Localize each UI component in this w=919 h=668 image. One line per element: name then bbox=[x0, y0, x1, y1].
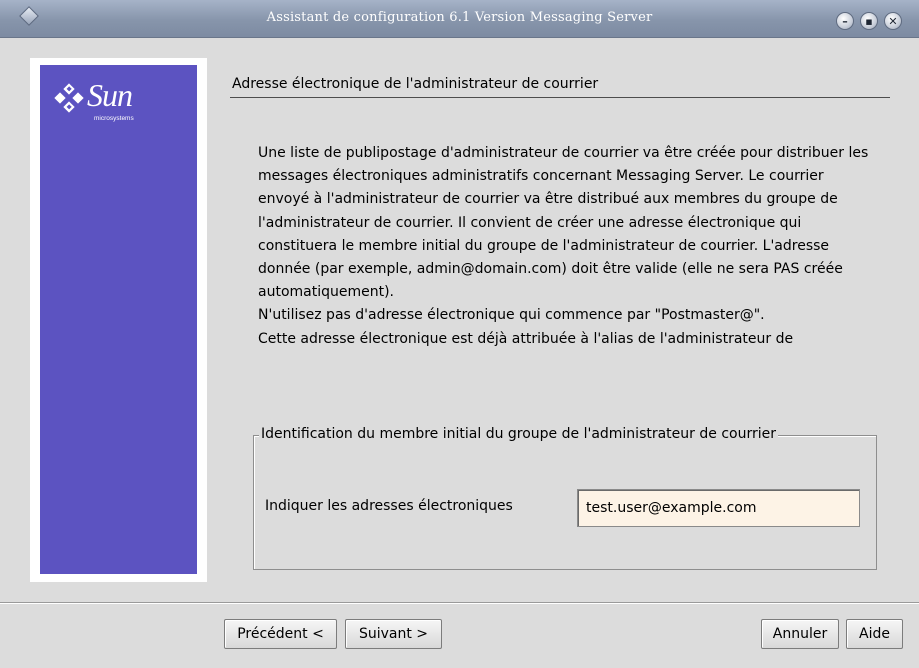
email-field[interactable] bbox=[577, 489, 860, 527]
description-paragraph: Une liste de publipostage d'administrate… bbox=[258, 145, 869, 301]
email-field-label: Indiquer les adresses électroniques bbox=[265, 498, 513, 514]
description-text: Une liste de publipostage d'administrate… bbox=[258, 142, 870, 351]
sun-logo-text: Sun bbox=[87, 77, 133, 113]
previous-button[interactable]: Précédent < bbox=[224, 619, 337, 649]
close-icon: ✕ bbox=[888, 14, 898, 28]
page-title: Adresse électronique de l'administrateur… bbox=[232, 76, 599, 92]
maximize-button[interactable]: ▪ bbox=[860, 12, 878, 30]
minimize-icon: – bbox=[842, 14, 848, 28]
maximize-icon: ▪ bbox=[865, 14, 873, 28]
description-paragraph: N'utilisez pas d'adresse électronique qu… bbox=[258, 307, 765, 324]
footer-divider bbox=[0, 602, 919, 604]
title-bar[interactable]: Assistant de configuration 6.1 Version M… bbox=[0, 0, 919, 38]
close-button[interactable]: ✕ bbox=[884, 12, 902, 30]
installer-window: Assistant de configuration 6.1 Version M… bbox=[0, 0, 919, 668]
description-paragraph: Cette adresse électronique est déjà attr… bbox=[258, 330, 794, 347]
sun-logo-subtitle: microsystems bbox=[94, 115, 134, 122]
group-legend: Identification du membre initial du grou… bbox=[259, 426, 778, 442]
title-divider bbox=[230, 97, 890, 98]
cancel-button[interactable]: Annuler bbox=[761, 619, 839, 649]
branding-panel: Sun microsystems bbox=[40, 65, 197, 574]
window-title: Assistant de configuration 6.1 Version M… bbox=[266, 10, 653, 25]
sun-logo-icon bbox=[54, 83, 84, 113]
help-button[interactable]: Aide bbox=[846, 619, 903, 649]
minimize-button[interactable]: – bbox=[836, 12, 854, 30]
next-button[interactable]: Suivant > bbox=[345, 619, 442, 649]
